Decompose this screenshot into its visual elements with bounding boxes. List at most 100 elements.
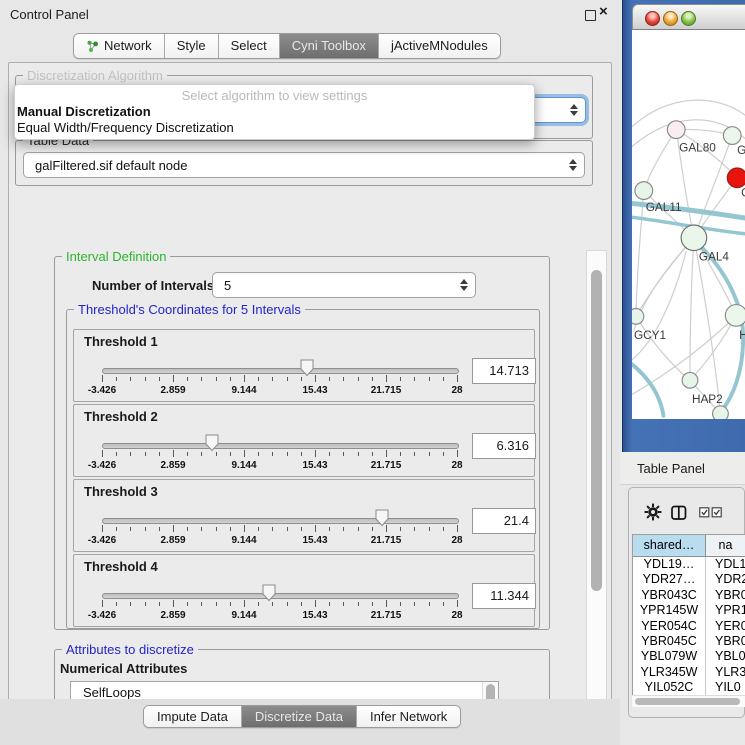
slider-tick	[258, 452, 259, 456]
network-edge[interactable]	[644, 130, 676, 191]
table-row[interactable]: YLR345WYLR3	[633, 665, 745, 680]
tick-label: 28	[451, 385, 462, 396]
tab-infer-network[interactable]: Infer Network	[357, 706, 460, 727]
slider-thumb[interactable]	[300, 359, 314, 377]
slider-tick	[329, 377, 330, 381]
combo-stepper-icon	[460, 279, 468, 291]
tab-cyni-toolbox[interactable]: Cyni Toolbox	[280, 34, 379, 58]
network-node-c[interactable]	[727, 168, 745, 188]
tick-label: 2.859	[160, 535, 185, 546]
threshold-panel: Threshold 1-3.4262.8599.14415.4321.71528…	[73, 329, 535, 402]
network-edge[interactable]	[690, 238, 694, 381]
network-node-ga[interactable]	[723, 127, 741, 145]
columns-icon[interactable]	[671, 505, 687, 521]
network-node-gal80[interactable]	[667, 121, 685, 139]
network-node-h[interactable]	[725, 305, 745, 327]
slider-tick	[315, 450, 316, 457]
slider-thumb[interactable]	[205, 434, 219, 452]
slider-tick	[244, 525, 245, 532]
column-header-shared-[interactable]: shared…	[633, 535, 706, 556]
slider-tick	[400, 377, 401, 381]
threshold-value-field[interactable]: 11.344	[472, 583, 536, 609]
network-edge[interactable]	[690, 315, 736, 380]
table-row[interactable]: YDL19…YDL1	[633, 557, 745, 572]
tick-label: 9.144	[231, 385, 256, 396]
node-attribute-table: shared…na YDL19…YDL1YDR27…YDR2YBR043CYBR…	[632, 534, 745, 707]
table-row[interactable]: YBR043CYBR0	[633, 588, 745, 603]
cell-shared-name: YDL19…	[633, 557, 706, 572]
node-label: GAL11	[646, 201, 682, 214]
table-row[interactable]: YBL079WYBL0	[633, 649, 745, 664]
network-edge[interactable]	[696, 242, 743, 416]
table-row[interactable]: YIL052CYIL0	[633, 680, 745, 695]
slider-tick	[287, 602, 288, 606]
slider-track[interactable]	[102, 368, 459, 374]
tick-label: 21.715	[371, 535, 402, 546]
threshold-value-field[interactable]: 6.316	[472, 433, 536, 459]
tab-impute-data[interactable]: Impute Data	[144, 706, 242, 727]
network-edge[interactable]	[636, 191, 644, 317]
network-node-hap2[interactable]	[682, 372, 698, 388]
algorithm-hint: Select algorithm to view settings	[15, 85, 534, 104]
cell-shared-name: YIL052C	[633, 680, 706, 695]
slider-tick	[301, 452, 302, 456]
algorithm-option[interactable]: Manual Discretization	[15, 104, 534, 120]
zoom-traffic-light[interactable]	[681, 11, 696, 26]
network-node-gal11[interactable]	[635, 182, 653, 200]
column-header-na[interactable]: na	[706, 535, 745, 556]
slider-track[interactable]	[102, 518, 459, 524]
slider-tick	[145, 602, 146, 606]
table-hscrollbar[interactable]	[632, 695, 745, 707]
slider-thumb[interactable]	[262, 584, 276, 602]
panel-scrollbar-thumb[interactable]	[591, 270, 602, 591]
slider-tick	[187, 377, 188, 381]
tab-jactivemnodules[interactable]: jActiveMNodules	[379, 34, 500, 58]
float-window-icon[interactable]	[585, 10, 596, 21]
slider-tick	[159, 602, 160, 606]
gear-icon[interactable]	[644, 503, 662, 521]
tab-label: Select	[231, 35, 267, 57]
tab-discretize-data[interactable]: Discretize Data	[242, 706, 357, 727]
network-node[interactable]	[713, 406, 729, 419]
table-row[interactable]: YPR145WYPR1	[633, 603, 745, 618]
network-node-gcy1[interactable]	[632, 309, 644, 325]
slider-tick	[201, 452, 202, 456]
tab-select[interactable]: Select	[219, 34, 280, 58]
number-of-intervals-combo[interactable]: 5	[212, 272, 476, 298]
top-tab-bar: NetworkStyle Select Cyni ToolboxjActiveMNo…	[73, 33, 501, 59]
threshold-value-field[interactable]: 14.713	[472, 358, 536, 384]
panel-scrollbar[interactable]	[586, 250, 607, 745]
slider-track[interactable]	[102, 443, 459, 449]
close-icon[interactable]: ×	[599, 3, 608, 20]
network-node-gal4[interactable]	[681, 225, 707, 251]
close-traffic-light[interactable]	[645, 11, 660, 26]
network-edge[interactable]	[632, 364, 663, 416]
slider-tick	[358, 452, 359, 456]
table-row[interactable]: YBR045CYBR0	[633, 634, 745, 649]
table-hscrollbar-thumb[interactable]	[635, 698, 740, 705]
network-edge[interactable]	[632, 252, 686, 361]
network-canvas[interactable]: GAL80GACGAL11GAL4GCY1HHAP2	[632, 30, 745, 419]
slider-tick	[102, 525, 103, 532]
threshold-value-field[interactable]: 21.4	[472, 508, 536, 534]
cell-name: YPR1	[706, 603, 745, 618]
network-titlebar[interactable]	[632, 4, 745, 30]
minimize-traffic-light[interactable]	[663, 11, 678, 26]
checkbox-icons[interactable]	[699, 507, 723, 518]
slider-tick	[159, 527, 160, 531]
slider-track[interactable]	[102, 593, 459, 599]
slider-tick	[443, 452, 444, 456]
table-data-combo[interactable]: galFiltered.sif default node	[23, 152, 585, 178]
tick-label: 15.43	[302, 460, 327, 471]
table-row[interactable]: YDR27…YDR2	[633, 572, 745, 587]
algorithm-option[interactable]: Equal Width/Frequency Discretization	[15, 120, 534, 136]
slider-tick	[116, 377, 117, 381]
tab-network[interactable]: Network	[74, 34, 165, 58]
table-row[interactable]: YER054CYER0	[633, 619, 745, 634]
network-edge[interactable]	[632, 100, 745, 128]
slider-thumb[interactable]	[375, 509, 389, 527]
cell-name: YER0	[706, 619, 745, 634]
tab-style[interactable]: Style	[165, 34, 219, 58]
tick-label: -3.426	[88, 460, 116, 471]
tick-label: 15.43	[302, 535, 327, 546]
